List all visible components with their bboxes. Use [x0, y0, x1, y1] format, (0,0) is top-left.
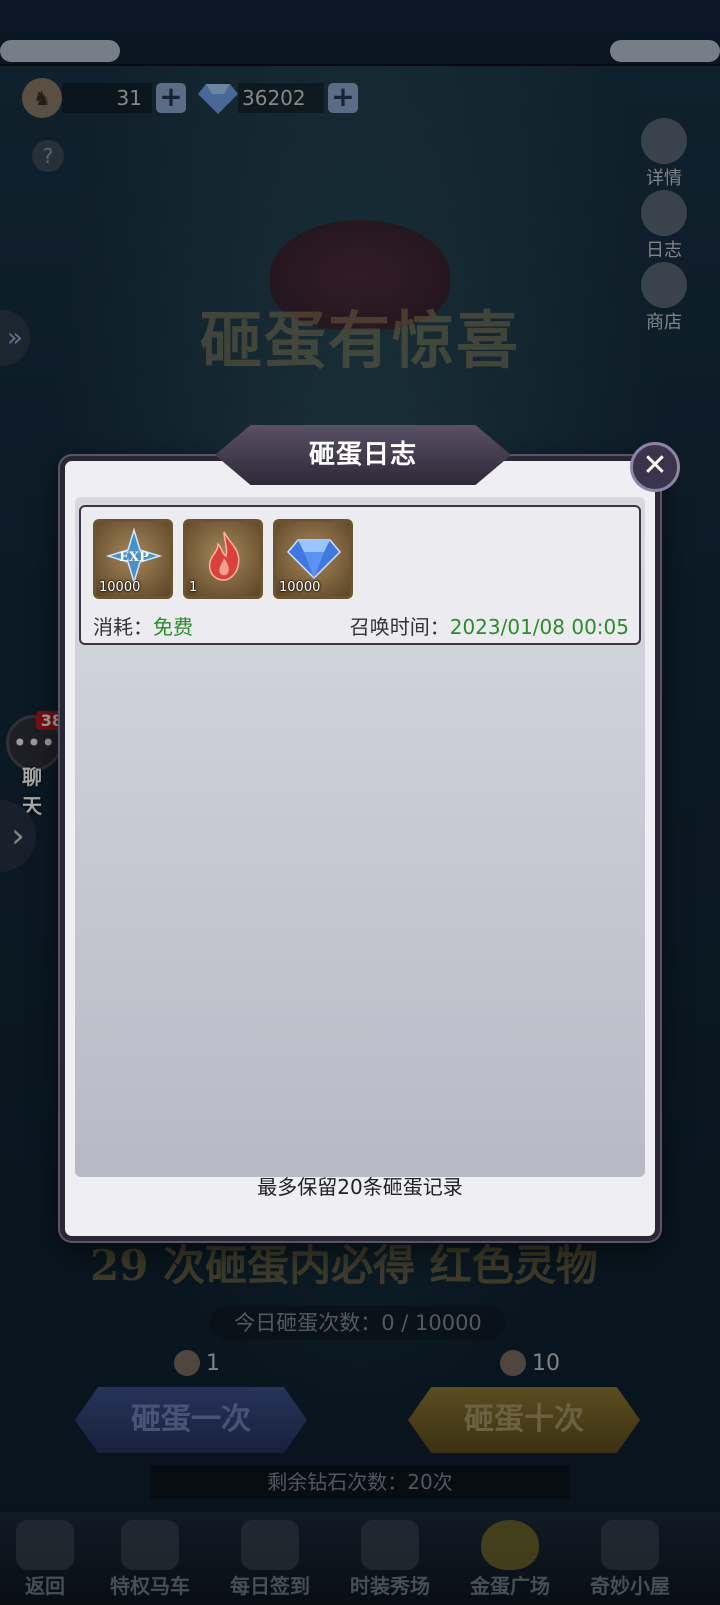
cost-value: 免费: [153, 615, 193, 639]
exp-star-icon: EXP: [106, 528, 162, 584]
svg-text:EXP: EXP: [119, 550, 149, 565]
reward-items: EXP 10000 1 10000: [93, 519, 353, 599]
log-record: EXP 10000 1 10000 消耗：免费 召唤时间：2023/01/08 …: [79, 505, 641, 645]
exp-item[interactable]: EXP 10000: [93, 519, 173, 599]
time-label: 召唤时间：: [349, 615, 450, 639]
modal-title: 砸蛋日志: [215, 425, 511, 485]
footer-note: 最多保留20条砸蛋记录: [257, 1175, 463, 1199]
item-qty: 10000: [99, 580, 141, 595]
record-info: 消耗：免费 召唤时间：2023/01/08 00:05: [93, 611, 629, 640]
time-value: 2023/01/08 00:05: [449, 615, 629, 639]
time-info: 召唤时间：2023/01/08 00:05: [350, 611, 629, 640]
item-qty: 10000: [279, 580, 321, 595]
close-button[interactable]: ✕: [630, 442, 680, 492]
diamond-icon: [286, 539, 342, 580]
egg-log-modal: 砸蛋日志 EXP 10000 1 10000 消耗：免费 召唤时间：2023/0…: [60, 425, 660, 1241]
fire-item[interactable]: 1: [183, 519, 263, 599]
item-qty: 1: [189, 580, 198, 595]
diamond-item[interactable]: 10000: [273, 519, 353, 599]
flame-icon: [208, 531, 240, 581]
cost-info: 消耗：免费: [93, 611, 193, 640]
cost-label: 消耗：: [93, 615, 153, 639]
